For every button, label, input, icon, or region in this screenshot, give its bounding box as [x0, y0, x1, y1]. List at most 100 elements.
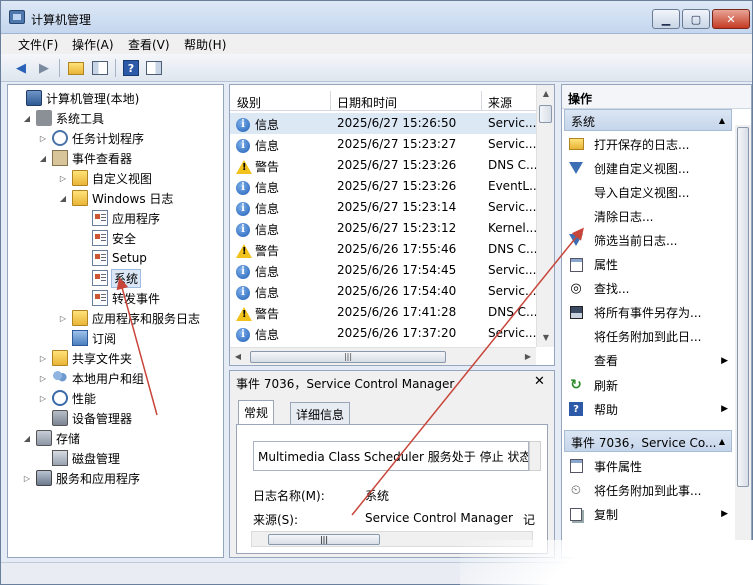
table-row[interactable]: i 信息 2025/6/26 17:54:45 Servic...: [230, 260, 536, 281]
table-row[interactable]: 警告 2025/6/27 15:23:26 DNS C...: [230, 155, 536, 176]
scroll-down-icon[interactable]: ▼: [537, 329, 554, 346]
tree-node[interactable]: ◢ 存储: [22, 428, 80, 448]
table-row[interactable]: 警告 2025/6/26 17:55:46 DNS C...: [230, 239, 536, 260]
event-list-vertical-scrollbar[interactable]: ▲ ▼: [536, 85, 554, 347]
tree-node[interactable]: 磁盘管理: [38, 448, 120, 468]
menu-help[interactable]: 帮助(H): [184, 36, 226, 53]
datetime-cell: 2025/6/27 15:23:26: [337, 158, 457, 172]
tree-node[interactable]: ▷ 本地用户和组: [38, 368, 144, 388]
table-row[interactable]: i 信息 2025/6/27 15:23:27 Servic...: [230, 134, 536, 155]
tree-node[interactable]: ◢ 事件查看器: [38, 148, 132, 168]
table-row[interactable]: i 信息 2025/6/27 15:23:12 Kernel...: [230, 218, 536, 239]
tree-node[interactable]: 计算机管理(本地): [12, 88, 139, 108]
warning-icon: [236, 306, 252, 321]
action-item[interactable]: 属性: [568, 254, 728, 276]
collapse-icon[interactable]: ◢: [22, 434, 32, 443]
scroll-thumb[interactable]: [737, 127, 749, 487]
tree-node[interactable]: 订阅: [58, 328, 116, 348]
action-item[interactable]: 创建自定义视图...: [568, 157, 728, 179]
table-row[interactable]: i 信息 2025/6/27 15:26:50 Servic...: [230, 113, 536, 134]
description-scrollbar[interactable]: [529, 441, 541, 471]
scroll-thumb[interactable]: [539, 105, 552, 123]
minimize-button[interactable]: ▁: [652, 9, 680, 29]
expand-icon[interactable]: ▷: [58, 314, 68, 323]
log-icon: [92, 250, 108, 266]
actions-vertical-scrollbar[interactable]: [735, 125, 751, 557]
close-button[interactable]: ✕: [712, 9, 750, 29]
tree-node[interactable]: ▷ 任务计划程序: [38, 128, 144, 148]
tree-node[interactable]: 设备管理器: [38, 408, 132, 428]
event-description[interactable]: Multimedia Class Scheduler 服务处于 停止 状态。: [253, 441, 529, 471]
scroll-left-icon[interactable]: ◀: [230, 348, 246, 365]
tree-node[interactable]: ◢ Windows 日志: [58, 188, 173, 208]
menu-file[interactable]: 文件(F): [18, 36, 58, 53]
tree-node[interactable]: Setup: [78, 248, 147, 268]
scroll-up-icon[interactable]: ▲: [537, 85, 554, 102]
collapse-icon[interactable]: ◢: [22, 114, 32, 123]
source-label: 来源(S):: [253, 513, 299, 527]
close-icon[interactable]: ✕: [534, 374, 545, 389]
action-item[interactable]: 将任务附加到此日...: [568, 326, 728, 348]
actions-section-header[interactable]: 事件 7036，Service Co... ▲: [564, 430, 732, 452]
table-row[interactable]: i 信息 2025/6/26 17:54:40 Servic...: [230, 281, 536, 302]
tree-node[interactable]: ▷ 性能: [38, 388, 96, 408]
action-item[interactable]: 复制 ▶: [568, 503, 728, 525]
expand-icon[interactable]: ▷: [22, 474, 32, 483]
tree-node[interactable]: 安全: [78, 228, 136, 248]
table-row[interactable]: i 信息 2025/6/27 15:23:26 EventL...: [230, 176, 536, 197]
scroll-thumb[interactable]: |||: [250, 351, 446, 363]
event-list-horizontal-scrollbar[interactable]: ◀ ||| ▶: [230, 347, 536, 365]
action-item[interactable]: 筛选当前日志...: [568, 229, 728, 251]
action-item[interactable]: 清除日志...: [568, 205, 728, 227]
column-level[interactable]: 级别: [237, 94, 261, 111]
collapse-caret-icon[interactable]: ▲: [719, 116, 725, 125]
action-item[interactable]: 事件属性: [568, 455, 728, 477]
table-row[interactable]: 警告 2025/6/26 17:41:28 DNS C...: [230, 302, 536, 323]
action-item[interactable]: ◎ 查找...: [568, 278, 728, 300]
expand-icon[interactable]: ▷: [58, 174, 68, 183]
table-row[interactable]: i 信息 2025/6/26 17:37:20 Servic...: [230, 323, 536, 344]
scroll-thumb[interactable]: |||: [268, 534, 380, 545]
tree-node[interactable]: ▷ 共享文件夹: [38, 348, 132, 368]
collapse-caret-icon[interactable]: ▲: [719, 437, 725, 446]
action-item[interactable]: 将所有事件另存为...: [568, 302, 728, 324]
collapse-icon[interactable]: ◢: [58, 194, 68, 203]
tree-node[interactable]: ▷ 服务和应用程序: [22, 468, 140, 488]
tree-node[interactable]: 系统: [78, 268, 142, 288]
maximize-button[interactable]: ▢: [682, 9, 710, 29]
tree-node[interactable]: 应用程序: [78, 208, 160, 228]
tree-node[interactable]: 转发事件: [78, 288, 160, 308]
action-item[interactable]: 导入自定义视图...: [568, 181, 728, 203]
actions-section-header[interactable]: 系统 ▲: [564, 109, 732, 131]
show-hide-action-pane-icon[interactable]: [144, 58, 164, 78]
tab-general[interactable]: 常规: [238, 400, 275, 425]
action-item[interactable]: ? 帮助 ▶: [568, 398, 728, 420]
forward-arrow-icon[interactable]: ▶: [34, 58, 54, 78]
tab-details[interactable]: 详细信息: [290, 402, 351, 424]
show-hide-console-tree-icon[interactable]: [90, 58, 110, 78]
expand-icon[interactable]: ▷: [38, 394, 48, 403]
expand-icon[interactable]: ▷: [38, 354, 48, 363]
tree-node[interactable]: ▷ 应用程序和服务日志: [58, 308, 200, 328]
column-divider[interactable]: [481, 91, 482, 111]
expand-icon[interactable]: ▷: [38, 134, 48, 143]
action-item[interactable]: 打开保存的日志...: [568, 133, 728, 155]
menu-view[interactable]: 查看(V): [128, 36, 170, 53]
action-item[interactable]: ⏲ 将任务附加到此事...: [568, 479, 728, 501]
help-icon[interactable]: ?: [121, 58, 141, 78]
tree-node[interactable]: ▷ 自定义视图: [58, 168, 152, 188]
tree-node[interactable]: ◢ 系统工具: [22, 108, 104, 128]
column-source[interactable]: 来源: [488, 94, 512, 111]
table-row[interactable]: i 信息 2025/6/27 15:23:14 Servic...: [230, 197, 536, 218]
back-arrow-icon[interactable]: ◀: [11, 58, 31, 78]
column-divider[interactable]: [330, 91, 331, 111]
expand-icon[interactable]: ▷: [38, 374, 48, 383]
action-item[interactable]: 查看 ▶: [568, 350, 728, 372]
column-datetime[interactable]: 日期和时间: [337, 94, 397, 111]
menu-action[interactable]: 操作(A): [72, 36, 114, 53]
up-folder-icon[interactable]: [66, 58, 86, 78]
collapse-icon[interactable]: ◢: [38, 154, 48, 163]
scroll-right-icon[interactable]: ▶: [520, 348, 536, 365]
action-item[interactable]: ↻ 刷新: [568, 374, 728, 396]
submenu-arrow-icon: ▶: [721, 355, 728, 366]
